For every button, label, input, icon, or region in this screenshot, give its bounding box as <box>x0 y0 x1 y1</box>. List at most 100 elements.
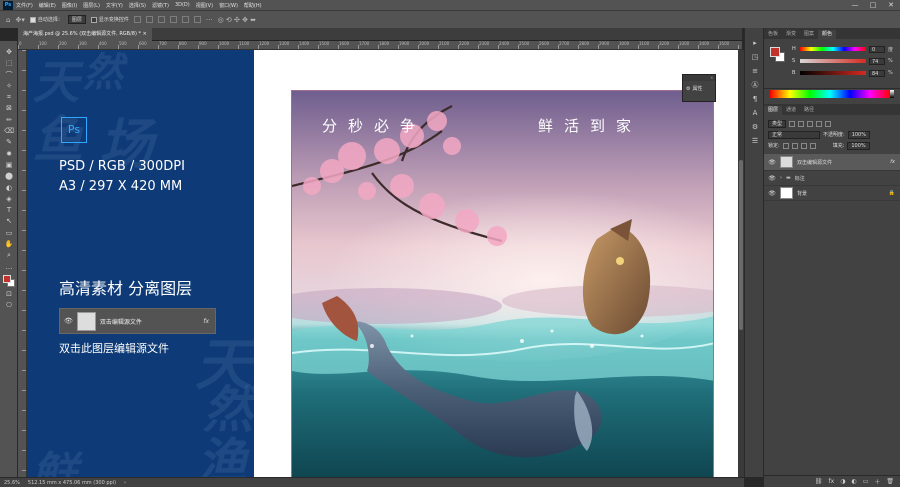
hue-slider[interactable]: H 0 度 <box>792 45 893 53</box>
filter-shape-icon[interactable] <box>816 120 823 127</box>
settings-icon[interactable]: ⚙ <box>745 120 765 134</box>
visibility-eye-icon[interactable]: 👁 <box>768 190 776 197</box>
maximize-button[interactable]: □ <box>864 0 882 10</box>
tab-gradients[interactable]: 渐变 <box>782 30 800 39</box>
menu-type[interactable]: 文字(Y) <box>106 2 123 9</box>
grayscale-ramp[interactable] <box>890 90 894 98</box>
visibility-eye-icon[interactable]: 👁 <box>768 175 776 182</box>
minimize-button[interactable]: — <box>846 0 864 10</box>
edit-toolbar-icon[interactable]: … <box>0 262 18 273</box>
3d-mode-icon[interactable]: ◎ ⟲ ✣ ✥ ⬌ <box>218 16 256 24</box>
color-spectrum[interactable] <box>770 90 890 98</box>
align-top-icon[interactable] <box>169 16 177 23</box>
home-icon[interactable]: ⌂ <box>6 16 10 24</box>
lock-position-icon[interactable] <box>791 142 798 149</box>
tab-channels[interactable]: 通道 <box>782 106 800 115</box>
foreground-color-swatch[interactable] <box>3 274 11 283</box>
adjustments-icon[interactable]: ≡ <box>745 64 765 78</box>
type-tool-icon[interactable]: T <box>0 205 18 216</box>
healing-brush-tool-icon[interactable]: ⌫ <box>0 126 18 137</box>
fx-icon[interactable]: fx <box>890 159 895 165</box>
blend-mode-select[interactable]: 正常 <box>768 130 820 139</box>
history-icon[interactable]: ◳ <box>745 50 765 64</box>
delete-layer-icon[interactable]: 🗑 <box>886 478 894 485</box>
menu-edit[interactable]: 编辑(E) <box>39 2 56 9</box>
menu-layer[interactable]: 图层(L) <box>83 2 100 9</box>
zoom-level[interactable]: 25.6% <box>4 480 20 486</box>
align-hcenter-icon[interactable] <box>145 16 153 23</box>
path-select-tool-icon[interactable]: ↖ <box>0 216 18 227</box>
menu-select[interactable]: 选择(S) <box>129 2 146 9</box>
history-brush-tool-icon[interactable]: ▣ <box>0 160 18 171</box>
align-vcenter-icon[interactable] <box>181 16 189 23</box>
auto-select-checkbox[interactable]: 自动选择： <box>29 16 63 23</box>
foreground-color-swatch[interactable] <box>770 47 780 57</box>
tab-patterns[interactable]: 图案 <box>800 30 818 39</box>
crop-tool-icon[interactable]: ⌗ <box>0 92 18 103</box>
glyphs-icon[interactable]: A <box>745 106 765 120</box>
eraser-tool-icon[interactable]: ⬤ <box>0 171 18 182</box>
saturation-slider[interactable]: S 74 % <box>792 57 893 65</box>
adjustment-layer-icon[interactable]: ◐ <box>851 478 856 485</box>
layer-row[interactable]: 👁 › ▬ 标注 <box>764 171 900 186</box>
auto-select-target-select[interactable]: 图层 <box>67 15 86 24</box>
more-options-icon[interactable]: ··· <box>206 16 213 24</box>
hue-value[interactable]: 0 <box>869 45 885 53</box>
clone-stamp-tool-icon[interactable]: ✹ <box>0 149 18 160</box>
show-transform-checkbox[interactable]: 显示变换控件 <box>90 16 129 23</box>
link-layers-icon[interactable]: ⛓ <box>815 478 823 485</box>
status-menu-arrow-icon[interactable]: › <box>124 480 126 486</box>
align-bottom-icon[interactable] <box>193 16 201 23</box>
libraries-icon[interactable]: ☰ <box>745 134 765 148</box>
tab-color[interactable]: 颜色 <box>818 30 837 39</box>
paragraph-icon[interactable]: ¶ <box>745 92 765 106</box>
tab-layers[interactable]: 图层 <box>764 106 783 115</box>
menu-3d[interactable]: 3D(D) <box>175 2 190 8</box>
brush-tool-icon[interactable]: ✎ <box>0 137 18 148</box>
fill-input[interactable]: 100% <box>847 141 870 150</box>
document-canvas[interactable]: 天 然 鱼 场 天 然 渔 鲜 Ps PSD / RGB / 300DPI A3… <box>27 50 738 477</box>
filter-type-icon[interactable] <box>807 120 814 127</box>
marquee-tool-icon[interactable]: ⬚ <box>0 58 18 69</box>
tab-swatches[interactable]: 色板 <box>764 30 782 39</box>
layer-style-icon[interactable]: fx <box>829 478 835 485</box>
saturation-value[interactable]: 74 <box>869 57 885 65</box>
close-button[interactable]: ✕ <box>882 0 900 10</box>
menu-window[interactable]: 窗口(W) <box>219 2 238 9</box>
layer-row[interactable]: 👁 背景 🔒 <box>764 186 900 201</box>
lock-pixels-icon[interactable] <box>782 142 789 149</box>
visibility-eye-icon[interactable]: 👁 <box>768 159 776 166</box>
filter-pixel-icon[interactable] <box>789 120 796 127</box>
filter-smart-icon[interactable] <box>825 120 832 127</box>
move-tool-icon[interactable]: ✥ <box>0 47 18 58</box>
vertical-ruler[interactable] <box>18 50 27 477</box>
lock-all-icon[interactable] <box>809 142 816 149</box>
character-icon[interactable]: Ⓐ <box>745 78 765 92</box>
quick-select-tool-icon[interactable]: ✧ <box>0 81 18 92</box>
move-tool-icon[interactable]: ✥▾ <box>15 16 24 24</box>
frame-tool-icon[interactable]: ⊠ <box>0 103 18 114</box>
color-swatches[interactable] <box>0 273 17 289</box>
align-left-icon[interactable] <box>133 16 141 23</box>
new-group-icon[interactable]: ▭ <box>863 478 869 485</box>
hand-tool-icon[interactable]: ✋ <box>0 239 18 250</box>
lasso-tool-icon[interactable]: ⌒ <box>0 70 18 81</box>
menu-file[interactable]: 文件(F) <box>16 2 33 9</box>
add-mask-icon[interactable]: ◑ <box>840 478 845 485</box>
menu-view[interactable]: 视图(V) <box>196 2 213 9</box>
blur-tool-icon[interactable]: ◈ <box>0 194 18 205</box>
new-layer-icon[interactable]: ＋ <box>874 477 880 486</box>
document-tab[interactable]: 海产海报.psd @ 25.6% (双击编辑源文件, RGB/8) * × <box>18 28 152 41</box>
quick-mask-icon[interactable]: ⊡ <box>0 289 18 300</box>
document-tab-close-icon[interactable]: × <box>143 31 147 37</box>
expand-chevron-icon[interactable]: › <box>780 175 782 181</box>
filter-adjust-icon[interactable] <box>798 120 805 127</box>
menu-image[interactable]: 图像(I) <box>62 2 77 9</box>
zoom-tool-icon[interactable]: ⌕ <box>0 250 18 261</box>
brightness-slider[interactable]: B 84 % <box>792 69 893 77</box>
play-icon[interactable]: ▸ <box>745 36 765 50</box>
screen-mode-icon[interactable]: ⎔ <box>0 300 18 311</box>
menu-filter[interactable]: 滤镜(T) <box>152 2 169 9</box>
properties-popup[interactable]: « ⚙ 属性 <box>682 74 716 102</box>
gradient-tool-icon[interactable]: ◐ <box>0 183 18 194</box>
